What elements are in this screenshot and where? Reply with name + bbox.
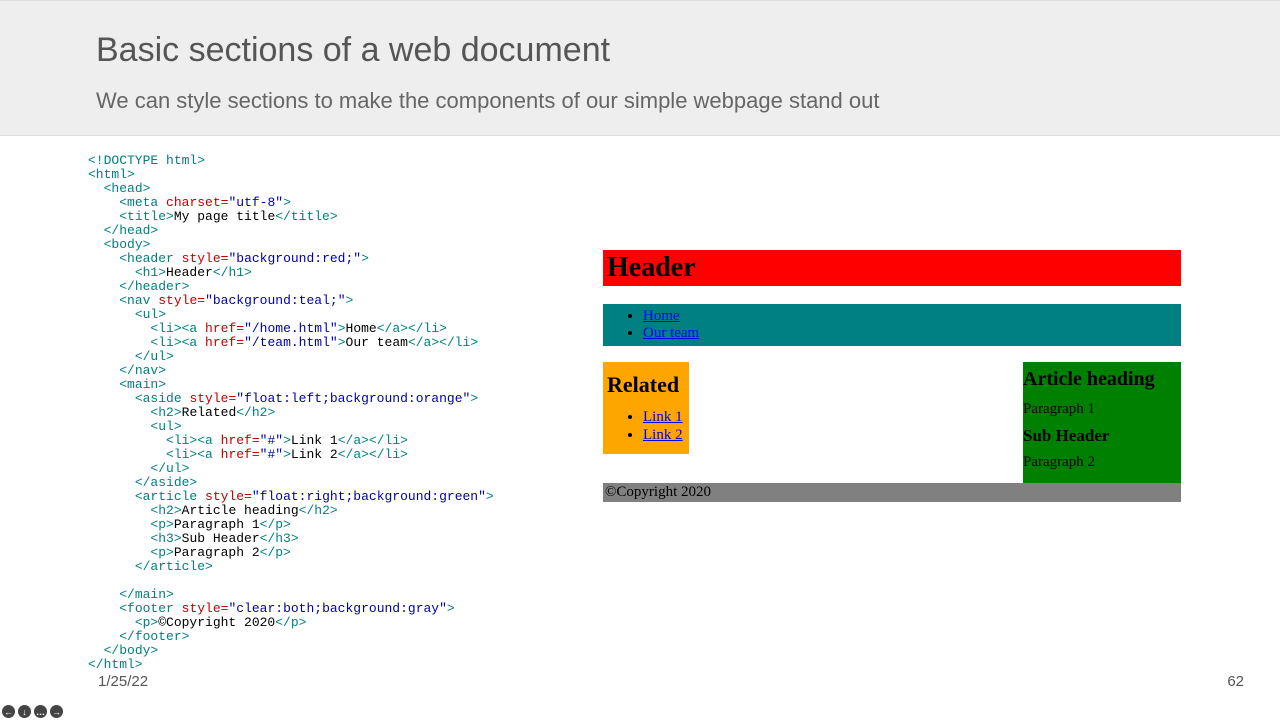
nav-back-icon[interactable]: ← (2, 705, 15, 718)
list-item: Home (643, 308, 1181, 325)
preview-footer: ©Copyright 2020 (603, 483, 1181, 502)
slide-page-number: 62 (1227, 673, 1244, 690)
list-item: Link 2 (643, 426, 685, 444)
nav-link-team[interactable]: Our team (643, 325, 699, 341)
nav-forward-icon[interactable]: → (50, 705, 63, 718)
aside-link-2[interactable]: Link 2 (643, 427, 683, 443)
slide-header: Basic sections of a web document We can … (0, 0, 1280, 136)
article-subheader: Sub Header (1023, 426, 1181, 446)
slide-date: 1/25/22 (98, 673, 148, 690)
slide-body: <!DOCTYPE html> <html> <head> <meta char… (0, 148, 1280, 708)
article-p1: Paragraph 1 (1023, 401, 1181, 418)
preview-nav: Home Our team (603, 304, 1181, 346)
code-title: My page title (174, 209, 275, 224)
nav-more-icon[interactable]: … (34, 705, 47, 718)
rendered-preview: Header Home Our team Related Link 1 Link… (603, 250, 1181, 502)
aside-link-1[interactable]: Link 1 (643, 409, 683, 425)
nav-down-icon[interactable]: ↓ (18, 705, 31, 718)
nav-link-home[interactable]: Home (643, 308, 680, 324)
preview-aside: Related Link 1 Link 2 (603, 362, 689, 454)
code-block: <!DOCTYPE html> <html> <head> <meta char… (88, 154, 494, 672)
article-p2: Paragraph 2 (1023, 454, 1181, 471)
slide-title: Basic sections of a web document (96, 31, 1280, 70)
aside-heading: Related (607, 372, 685, 398)
list-item: Our team (643, 325, 1181, 342)
article-heading: Article heading (1023, 368, 1181, 391)
preview-article: Article heading Paragraph 1 Sub Header P… (1023, 362, 1181, 483)
slide-subtitle: We can style sections to make the compon… (96, 88, 1280, 114)
preview-main: Related Link 1 Link 2 Article heading Pa… (603, 362, 1181, 502)
presenter-nav-icons: ← ↓ … → (2, 705, 63, 718)
preview-header: Header (603, 250, 1181, 286)
list-item: Link 1 (643, 408, 685, 426)
